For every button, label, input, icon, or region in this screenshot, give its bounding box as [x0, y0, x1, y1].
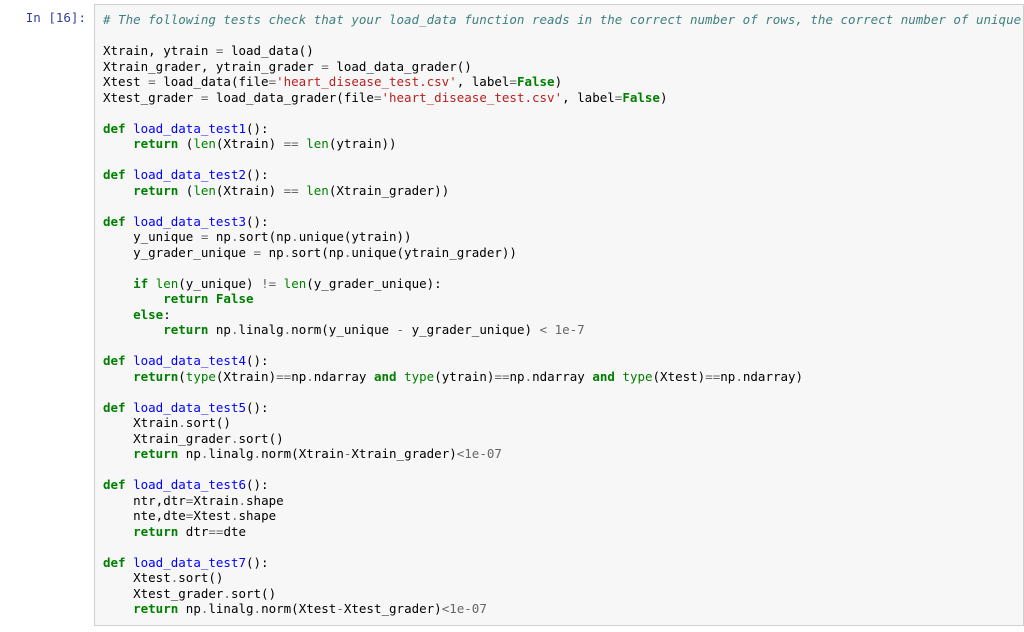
- code-cell: In [16]: # The following tests check tha…: [0, 0, 1024, 626]
- input-prompt: In [16]:: [0, 4, 94, 25]
- code-content[interactable]: # The following tests check that your lo…: [103, 12, 1015, 617]
- code-input-area[interactable]: # The following tests check that your lo…: [94, 4, 1024, 626]
